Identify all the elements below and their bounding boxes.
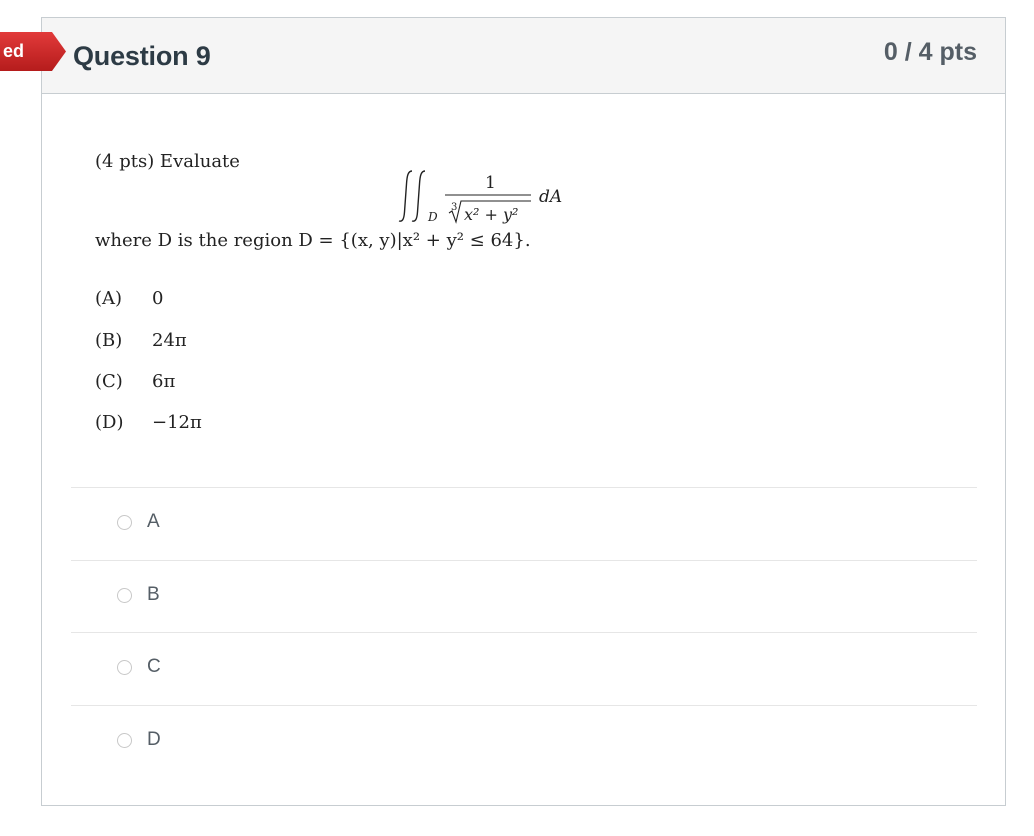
- choice-value: 6π: [152, 371, 176, 392]
- integral-subscript: D: [427, 210, 438, 224]
- integral-numerator: 1: [485, 173, 496, 193]
- answer-option-a[interactable]: A: [117, 510, 160, 534]
- question-intro: (4 pts) Evaluate: [95, 151, 240, 172]
- flag-label: ed: [2, 41, 24, 61]
- integral-differential: dA: [539, 187, 562, 207]
- radio-button[interactable]: [117, 659, 132, 675]
- choice-label: (A): [95, 288, 123, 309]
- answer-option-c[interactable]: C: [117, 655, 161, 679]
- answer-divider: [71, 487, 977, 488]
- choice-value: 0: [152, 288, 164, 309]
- choice-label: (B): [95, 330, 123, 351]
- answer-divider: [71, 632, 977, 633]
- answer-label: A: [147, 511, 160, 532]
- question-header: Question 9 0 / 4 pts: [42, 18, 1005, 94]
- answer-divider: [71, 705, 977, 706]
- choice-value: 24π: [152, 330, 187, 351]
- answer-label: B: [147, 584, 160, 605]
- choice-line-d: (D) −12π: [95, 412, 202, 433]
- answer-label: D: [147, 729, 161, 750]
- radio-button[interactable]: [117, 514, 132, 530]
- choice-line-a: (A) 0: [95, 288, 163, 309]
- choice-label: (D): [95, 412, 124, 433]
- answer-divider: [71, 560, 977, 561]
- question-title: Question 9: [73, 41, 211, 71]
- question-points: 0 / 4 pts: [883, 38, 977, 66]
- region-definition: where D is the region D = {(x, y)|x² + y…: [95, 230, 531, 251]
- choice-label: (C): [95, 371, 123, 392]
- radicand: x² + y²: [464, 205, 518, 224]
- choice-value: −12π: [152, 412, 202, 433]
- choice-line-b: (B) 24π: [95, 330, 187, 351]
- radio-button[interactable]: [117, 732, 132, 748]
- radio-button[interactable]: [117, 587, 132, 603]
- answer-option-b[interactable]: B: [117, 583, 160, 607]
- answer-label: C: [147, 656, 161, 677]
- answer-option-d[interactable]: D: [117, 728, 161, 752]
- choice-line-c: (C) 6π: [95, 371, 175, 392]
- double-integral: D 1 3 x² + y² dA: [398, 170, 562, 224]
